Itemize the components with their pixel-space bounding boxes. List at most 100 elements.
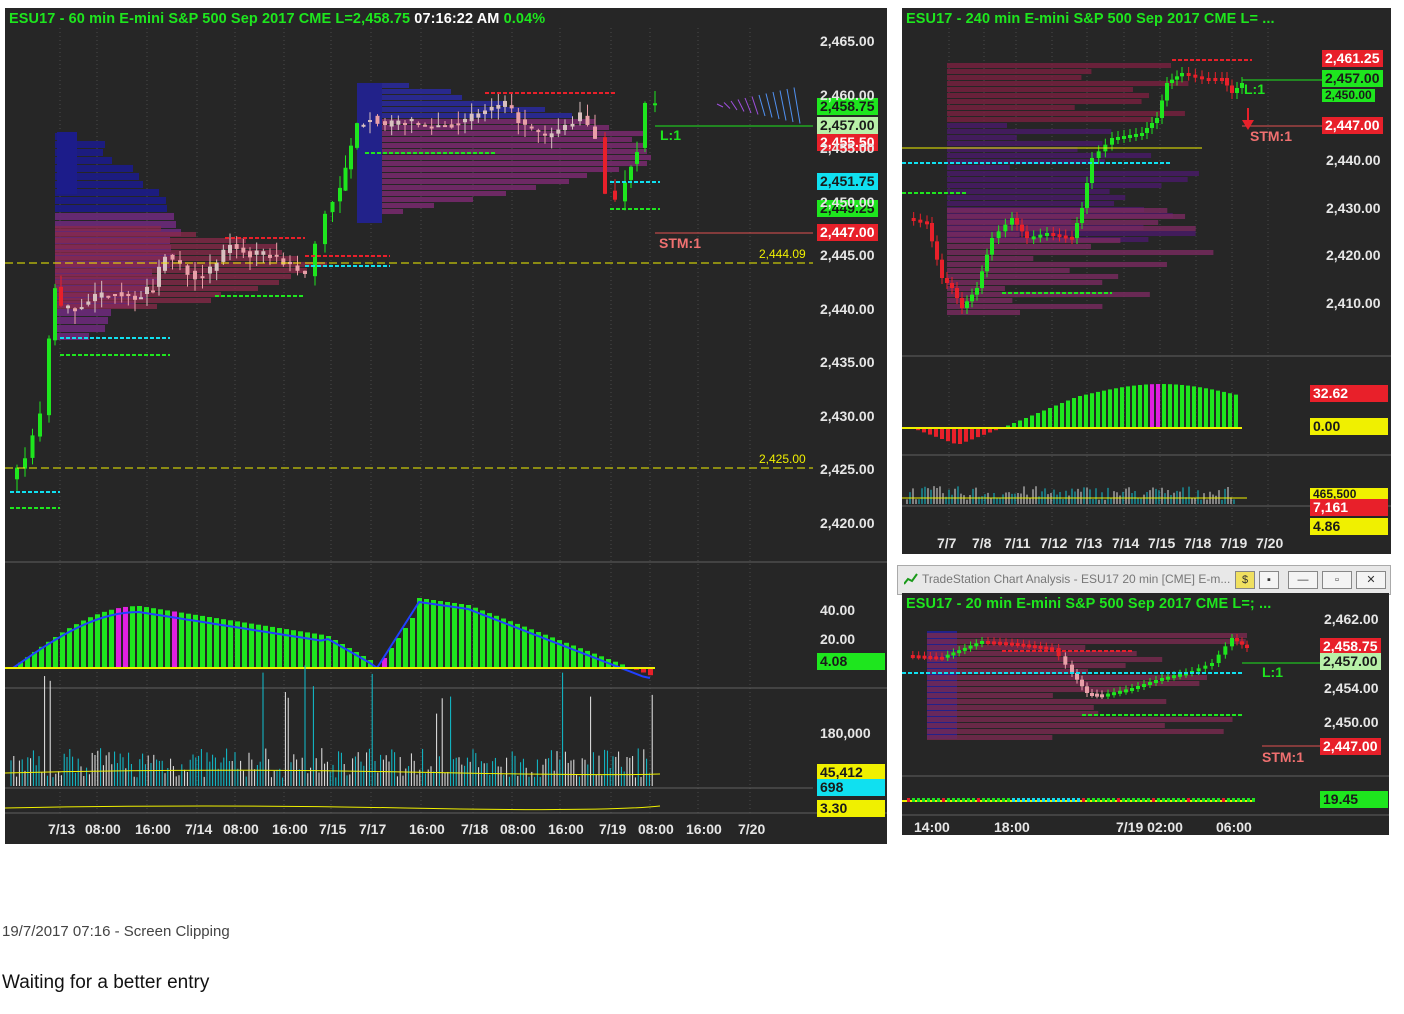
volume-profile-bar [55, 238, 246, 243]
candle-body [193, 270, 197, 280]
candle-body [998, 641, 1002, 645]
oscillator-bar [1017, 798, 1020, 802]
oscillator-bar [396, 638, 401, 668]
rt-price-axis-label: 2,420.00 [1326, 247, 1381, 263]
oscillator-bar [144, 607, 149, 668]
oscillator-bar [1066, 400, 1070, 428]
volume-profile-bar [55, 213, 174, 220]
chart-20min-plot[interactable] [902, 593, 1389, 835]
oscillator-bar [1147, 798, 1150, 802]
candle-body [962, 647, 967, 651]
close-button[interactable]: ✕ [1356, 571, 1386, 589]
volume-value-tag: 698 [817, 779, 885, 796]
volume-profile-bar [55, 205, 167, 212]
candle-body [1051, 233, 1056, 236]
candle-body [1130, 688, 1134, 691]
candle-body [593, 126, 597, 139]
chart-window-20min[interactable]: TradeStation Chart Analysis - ESU17 20 m… [897, 565, 1391, 595]
candle-body [1240, 641, 1244, 645]
oscillator-bar [1144, 384, 1148, 428]
volume-profile-bar [357, 185, 536, 190]
oscillator-bar [158, 609, 163, 668]
volume-profile-bar [927, 681, 1200, 686]
oscillator-bar [1087, 798, 1090, 802]
volume-profile-bar [947, 201, 1115, 206]
volume-profile-bar [927, 705, 1094, 710]
chart-60min-plot[interactable] [5, 8, 887, 844]
candle-body [1112, 692, 1116, 696]
oscillator-bar [1052, 798, 1055, 802]
volume-profile-bar [947, 268, 1070, 273]
maximize-button[interactable]: ▫ [1322, 571, 1352, 589]
oscillator-bar [1227, 798, 1230, 802]
oscillator-bar [466, 605, 471, 668]
window-symbol-button[interactable]: $ [1235, 571, 1255, 589]
candle-body [157, 266, 161, 287]
candle-body [389, 120, 394, 127]
chart-20min[interactable]: ESU17 - 20 min E-mini S&P 500 Sep 2017 C… [902, 593, 1389, 835]
candle-body [986, 641, 990, 644]
volume-profile-bar [947, 87, 1133, 92]
time-axis-label: 7/14 [185, 821, 213, 837]
candle-body [330, 201, 335, 213]
candle-body [980, 271, 984, 288]
candle-body [1160, 678, 1164, 681]
oscillator-bar [137, 606, 142, 668]
candle-body [228, 244, 232, 254]
candle-body [139, 297, 143, 300]
oscillator-bar [116, 608, 121, 668]
chart-240min-plot[interactable] [902, 8, 1391, 554]
oscillator-bar [88, 617, 93, 668]
candle-body [974, 643, 979, 647]
volume-profile-bar [55, 274, 291, 279]
oscillator-bar [1186, 385, 1190, 428]
candle-body [303, 270, 307, 275]
oscillator-bar [1042, 410, 1046, 428]
oscillator-bar [1107, 798, 1110, 802]
oscillator-bar [1067, 798, 1070, 802]
candle-body [1118, 690, 1122, 694]
chart-60min[interactable]: ESU17 - 60 min E-mini S&P 500 Sep 2017 C… [5, 8, 887, 844]
oscillator-bar [934, 428, 938, 437]
oscillator-bar [976, 428, 980, 438]
candle-body [436, 125, 441, 128]
minimize-button[interactable]: — [1288, 571, 1318, 589]
volume-profile-bar [947, 208, 1168, 213]
rb-time-axis-label: 14:00 [914, 819, 950, 835]
candle-body [483, 110, 487, 115]
volume-profile-bar [947, 220, 1159, 225]
volume-profile-bar [927, 717, 1233, 722]
candle-body [1070, 236, 1074, 240]
volume-profile-bar [55, 325, 105, 332]
window-menu-button[interactable]: ▪ [1259, 571, 1279, 589]
oscillator-bar [1127, 798, 1130, 802]
candle-body [355, 123, 359, 148]
time-axis-label: 08:00 [223, 821, 259, 837]
candle-body [1038, 234, 1043, 238]
candle-body [1200, 76, 1204, 80]
cyan-level-tag: 2,451.75 [817, 173, 878, 190]
volume-profile-bar [927, 699, 1167, 704]
oscillator-bar [1036, 413, 1040, 428]
rt-vol-tag-c: 4.86 [1310, 518, 1388, 535]
oscillator-bar [1232, 798, 1235, 802]
oscillator-bar [1092, 798, 1095, 802]
candle-body [86, 301, 91, 305]
chart-240min[interactable]: ESU17 - 240 min E-mini S&P 500 Sep 2017 … [902, 8, 1391, 554]
oscillator-bar [964, 428, 968, 442]
candle-body [603, 137, 607, 194]
oscillator-bar [1237, 798, 1240, 802]
candle-body [1225, 78, 1229, 86]
rt-osc-tag: 32.62 [1310, 385, 1388, 402]
volume-profile-bar [947, 63, 1172, 68]
rt-time-axis-label: 7/15 [1148, 535, 1176, 551]
level-line-label-b: 2,425.00 [759, 452, 806, 466]
oscillator-bar [1222, 798, 1225, 802]
candle-body [1213, 78, 1218, 81]
candle-body [234, 244, 239, 249]
oscillator-bar [932, 798, 935, 802]
candle-body [214, 262, 219, 271]
stop-arrow-icon [1242, 108, 1254, 130]
candle-body [1003, 224, 1008, 232]
rb-stop-label: STM:1 [1262, 749, 1304, 765]
